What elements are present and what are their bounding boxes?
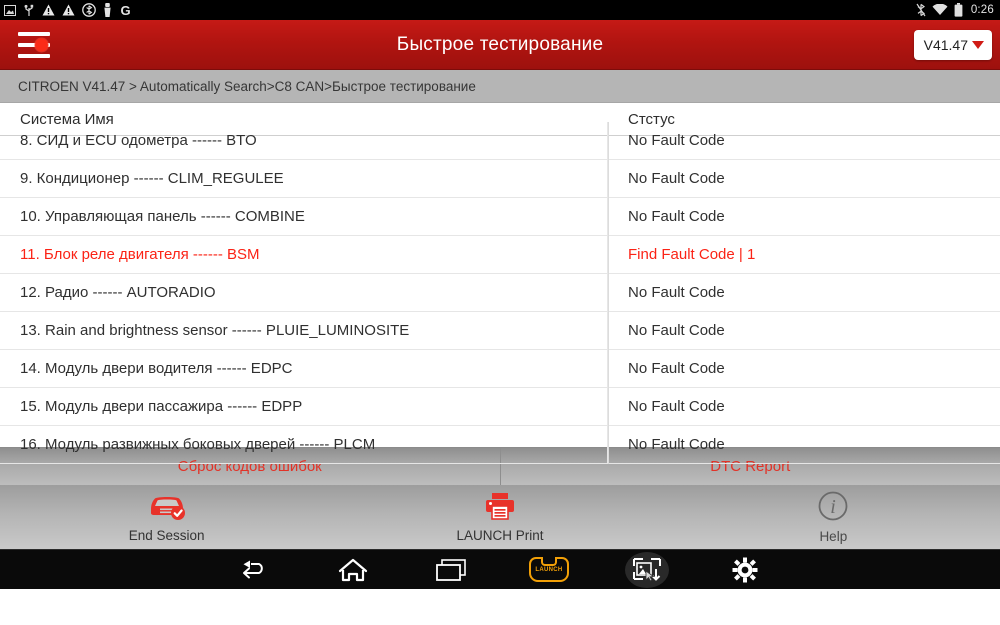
- printer-icon: [482, 491, 518, 526]
- chevron-down-icon: [972, 40, 984, 49]
- cell-status: No Fault Code: [628, 436, 725, 453]
- bluetooth-off-icon: [916, 3, 926, 17]
- cell-status: Find Fault Code | 1: [628, 246, 756, 263]
- image-icon: [4, 4, 16, 16]
- cell-system-name: 12. Радио ------ AUTORADIO: [0, 274, 608, 311]
- back-icon[interactable]: [232, 554, 278, 586]
- recents-icon[interactable]: [428, 554, 474, 586]
- launch-print-button[interactable]: LAUNCH Print: [333, 485, 666, 549]
- cell-system-name: 16. Модуль развижных боковых дверей ----…: [0, 426, 608, 463]
- breadcrumb: CITROEN V41.47 > Automatically Search>C8…: [0, 70, 1000, 103]
- table-row[interactable]: 16. Модуль развижных боковых дверей ----…: [0, 426, 1000, 464]
- status-bar-clock: 0:26: [970, 4, 994, 16]
- cell-status: No Fault Code: [628, 284, 725, 301]
- launch-logo-icon[interactable]: LAUNCH: [526, 554, 572, 586]
- cell-system-name: 11. Блок реле двигателя ------ BSM: [0, 236, 608, 273]
- cell-status: No Fault Code: [628, 322, 725, 339]
- app-header-bar: Быстрое тестирование V41.47: [0, 20, 1000, 70]
- help-button[interactable]: i Help: [667, 485, 1000, 549]
- warning-icon: [42, 4, 55, 16]
- car-check-icon: [145, 491, 189, 526]
- bluetooth-circle-icon: [82, 3, 96, 17]
- warning-icon: [62, 4, 75, 16]
- home-icon[interactable]: [330, 554, 376, 586]
- g-letter-icon: G: [119, 4, 132, 17]
- table-row[interactable]: 12. Радио ------ AUTORADIO No Fault Code: [0, 274, 1000, 312]
- table-row[interactable]: 15. Модуль двери пассажира ------ EDPP No…: [0, 388, 1000, 426]
- screenshot-icon[interactable]: [624, 551, 670, 588]
- vehicle-connector-icon: [103, 3, 112, 17]
- battery-icon: [954, 3, 963, 17]
- launch-print-label: LAUNCH Print: [456, 528, 544, 543]
- cell-status: No Fault Code: [628, 398, 725, 415]
- cell-status: No Fault Code: [628, 132, 725, 149]
- table-row[interactable]: 13. Rain and brightness sensor ------ PL…: [0, 312, 1000, 350]
- cell-status: No Fault Code: [628, 208, 725, 225]
- column-divider: [608, 122, 609, 464]
- notification-dot: [35, 38, 48, 51]
- cell-system-name: 10. Управляющая панель ------ COMBINE: [0, 198, 608, 235]
- tool-strip: End Session LAUNCH Print i Help: [0, 485, 1000, 549]
- help-label: Help: [819, 529, 848, 544]
- wifi-icon: [932, 4, 948, 16]
- cell-system-name: 8. СИД и ECU одометра ------ BTO: [0, 122, 608, 159]
- info-circle-icon: i: [817, 490, 849, 527]
- usb-icon: [23, 4, 35, 17]
- cell-system-name: 14. Модуль двери водителя ------ EDPC: [0, 350, 608, 387]
- page-title: Быстрое тестирование: [396, 33, 604, 55]
- end-session-label: End Session: [128, 528, 205, 543]
- android-navigation-bar: LAUNCH: [0, 549, 1000, 589]
- cell-system-name: 13. Rain and brightness sensor ------ PL…: [0, 312, 608, 349]
- table-row[interactable]: 9. Кондиционер ------ CLIM_REGULEE No Fau…: [0, 160, 1000, 198]
- table-row[interactable]: 8. СИД и ECU одометра ------ BTO No Fault…: [0, 122, 1000, 160]
- end-session-button[interactable]: End Session: [0, 485, 333, 549]
- table-body[interactable]: 8. СИД и ECU одометра ------ BTO No Fault…: [0, 122, 1000, 464]
- svg-text:i: i: [831, 496, 837, 518]
- cell-system-name: 9. Кондиционер ------ CLIM_REGULEE: [0, 160, 608, 197]
- diagnostic-systems-table: Система Имя Стстус 8. СИД и ECU одометра…: [0, 103, 1000, 464]
- cell-status: No Fault Code: [628, 170, 725, 187]
- version-label: V41.47: [923, 36, 968, 53]
- cell-status: No Fault Code: [628, 360, 725, 377]
- svg-text:G: G: [120, 4, 130, 17]
- cell-system-name: 15. Модуль двери пассажира ------ EDPP: [0, 388, 608, 425]
- version-dropdown-button[interactable]: V41.47: [913, 29, 992, 60]
- status-bar-left-icons: G: [4, 3, 132, 17]
- table-row[interactable]: 14. Модуль двери водителя ------ EDPC No …: [0, 350, 1000, 388]
- table-row[interactable]: 11. Блок реле двигателя ------ BSM Find F…: [0, 236, 1000, 274]
- settings-gear-icon[interactable]: [722, 554, 768, 586]
- table-row[interactable]: 10. Управляющая панель ------ COMBINE No …: [0, 198, 1000, 236]
- android-status-bar: G 0:26: [0, 0, 1000, 20]
- status-bar-right-icons: 0:26: [916, 3, 994, 17]
